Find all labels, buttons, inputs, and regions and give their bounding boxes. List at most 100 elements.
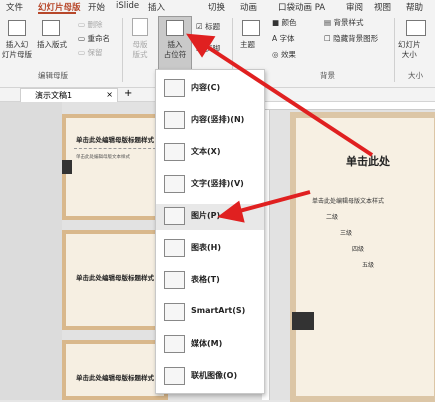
slide-thumbnail[interactable]: 单击此处编辑母版标题样式 单击此处编辑母版文本样式 [62, 114, 168, 220]
tab-animations[interactable]: 动画 [240, 1, 257, 13]
hide-background-label: 隐藏背景图形 [333, 34, 379, 43]
rename-button[interactable]: ▭ 重命名 [78, 34, 110, 44]
thumbnail-pane [0, 102, 62, 400]
thumbnail-title: 单击此处编辑母版标题样式 [76, 374, 154, 382]
title-checkbox[interactable]: ☑ 标题 [196, 22, 220, 32]
insert-layout-button[interactable]: 插入版式 [34, 40, 70, 50]
slide-size-icon [406, 20, 426, 36]
document-tab[interactable]: 演示文稿1 × [20, 88, 118, 102]
picture-icon [164, 207, 185, 225]
slide-body-line: 二级 [326, 214, 339, 221]
table-icon [164, 271, 185, 289]
horizontal-ruler [262, 102, 435, 110]
master-layout-icon [132, 18, 148, 36]
text-icon [164, 143, 185, 161]
menu-item-chart[interactable]: 图表(H) [156, 236, 264, 262]
menu-item-picture[interactable]: 图片(P) [156, 204, 264, 230]
slide-thumbnail[interactable]: 单击此处编辑母版标题样式 [62, 340, 168, 400]
slide-size-button[interactable]: 幻灯片 大小 [398, 40, 421, 60]
effects-label: 效果 [280, 50, 296, 59]
menu-item-content[interactable]: 内容(C) [156, 76, 264, 102]
main-slide[interactable]: 单击此处 单击此处编辑母版文本样式 二级 三级 四级 五级 [290, 112, 435, 402]
menu-item-label: 文本(X) [191, 147, 221, 156]
colors-label: 颜色 [281, 18, 297, 27]
menu-item-content-vertical[interactable]: 内容(竖排)(N) [156, 108, 264, 134]
slide-body-line: 五级 [362, 262, 375, 269]
delete-label: 删除 [87, 20, 103, 29]
thumbnail-title: 单击此处编辑母版标题样式 [76, 136, 154, 144]
menu-item-label: 图表(H) [191, 243, 222, 252]
preserve-label: 保留 [87, 48, 103, 57]
drag-handle[interactable] [62, 160, 72, 174]
theme-button[interactable]: 主题 [240, 40, 255, 50]
menu-item-label: 表格(T) [191, 275, 220, 284]
background-styles-label: 背景样式 [333, 18, 364, 27]
menu-item-smartart[interactable]: SmartArt(S) [156, 300, 264, 326]
footer-checkbox-label: 页脚 [205, 44, 221, 53]
slide-title: 单击此处 [346, 155, 390, 168]
document-tab-label: 演示文稿1 [35, 91, 73, 100]
menu-item-table[interactable]: 表格(T) [156, 268, 264, 294]
slide-body-line: 单击此处编辑母版文本样式 [312, 198, 385, 205]
new-tab-icon[interactable]: + [124, 88, 132, 99]
insert-placeholder-icon [166, 20, 184, 36]
tab-file[interactable]: 文件 [6, 1, 23, 13]
chart-icon [164, 239, 185, 257]
colors-button[interactable]: ■ 颜色 [272, 18, 296, 28]
tab-view[interactable]: 视图 [374, 1, 391, 13]
fonts-label: 字体 [279, 34, 295, 43]
insert-placeholder-menu: 内容(C) 内容(竖排)(N) 文本(X) 文字(竖排)(V) 图片(P) 图表… [155, 69, 265, 394]
title-checkbox-label: 标题 [205, 22, 221, 31]
insert-slide-master-icon [8, 20, 26, 36]
divider [394, 18, 395, 82]
menu-item-label: 图片(P) [191, 211, 221, 220]
delete-button[interactable]: ▭ 删除 [78, 20, 102, 30]
insert-layout-icon [42, 20, 60, 36]
fonts-button[interactable]: A 字体 [272, 34, 295, 44]
thumbnail-title: 单击此处编辑母版标题样式 [76, 274, 154, 282]
menu-item-label: 联机图像(O) [191, 371, 238, 380]
media-icon [164, 335, 185, 353]
thumbnail-text: 单击此处编辑母版文本样式 [76, 155, 130, 160]
tab-islide[interactable]: iSlide [116, 1, 139, 11]
menu-item-label: 内容(C) [191, 83, 221, 92]
menu-item-label: 媒体(M) [191, 339, 223, 348]
online-image-icon [164, 367, 185, 385]
rename-label: 重命名 [87, 34, 110, 43]
tab-review[interactable]: 审阅 [346, 1, 363, 13]
menu-item-label: 文字(竖排)(V) [191, 179, 244, 188]
divider [74, 148, 156, 149]
hide-background-checkbox[interactable]: ☐ 隐藏背景图形 [324, 34, 378, 44]
tab-home[interactable]: 开始 [88, 1, 105, 13]
insert-placeholder-button[interactable]: 插入 占位符 [158, 40, 192, 60]
group-background: 背景 [320, 71, 335, 80]
tab-insert[interactable]: 插入 [148, 1, 165, 13]
content-icon [164, 79, 185, 97]
background-styles-button[interactable]: ▤ 背景样式 [324, 18, 363, 28]
tab-pocket-animation[interactable]: 口袋动画 PA [278, 1, 325, 13]
slide-thumbnail[interactable]: 单击此处编辑母版标题样式 [62, 230, 168, 330]
slide-body-line: 四级 [352, 246, 365, 253]
group-edit-master: 编辑母版 [38, 71, 68, 80]
effects-button[interactable]: ◎ 效果 [272, 50, 296, 60]
smartart-icon [164, 303, 185, 321]
content-vertical-icon [164, 111, 185, 129]
menu-item-text-vertical[interactable]: 文字(竖排)(V) [156, 172, 264, 198]
text-vertical-icon [164, 175, 185, 193]
drag-handle[interactable] [292, 312, 314, 330]
ribbon-tabs: 文件 幻灯片母版 开始 iSlide 插入 切换 动画 口袋动画 PA 审阅 视… [0, 0, 435, 14]
menu-item-media[interactable]: 媒体(M) [156, 332, 264, 358]
theme-icon [242, 20, 260, 36]
menu-item-text[interactable]: 文本(X) [156, 140, 264, 166]
group-size: 大小 [408, 71, 423, 80]
menu-item-online-image[interactable]: 联机图像(O) [156, 364, 264, 390]
preserve-button[interactable]: ▭ 保留 [78, 48, 102, 58]
close-icon[interactable]: × [106, 90, 113, 99]
footer-checkbox[interactable]: ☐ 页脚 [196, 44, 220, 54]
master-layout-button[interactable]: 母版 版式 [126, 40, 154, 60]
slide-body-line: 三级 [340, 230, 353, 237]
tab-transitions[interactable]: 切换 [208, 1, 225, 13]
insert-slide-master-button[interactable]: 插入幻 灯片母版 [1, 40, 33, 60]
tab-help[interactable]: 帮助 [406, 1, 423, 13]
menu-item-label: SmartArt(S) [191, 306, 246, 315]
